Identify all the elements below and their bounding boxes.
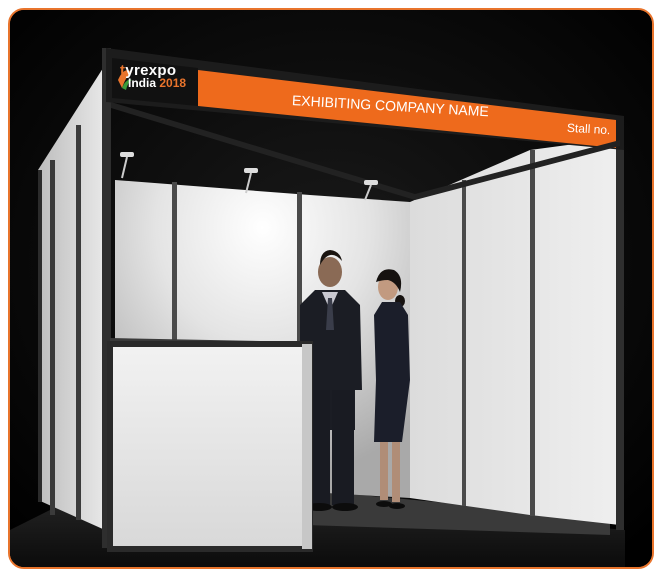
right-wall	[410, 138, 620, 525]
left-wall-post	[76, 125, 81, 520]
stall-number-label: Stall no.	[566, 120, 611, 138]
left-wall-edge	[38, 170, 42, 502]
reception-counter	[110, 344, 310, 549]
right-pillar	[616, 118, 624, 530]
right-wall-post	[530, 150, 535, 516]
left-wall-post	[50, 160, 55, 515]
right-wall-post	[462, 180, 466, 506]
logo-line2: India 2018	[128, 77, 186, 89]
counter-side	[302, 344, 312, 549]
image-frame: tyrexpo India 2018 EXHIBITING COMPANY NA…	[8, 8, 654, 569]
logo-year: 2018	[159, 76, 187, 90]
tyrexpo-logo: tyrexpo India 2018	[120, 63, 186, 89]
logo-line2-text: India	[128, 76, 157, 90]
